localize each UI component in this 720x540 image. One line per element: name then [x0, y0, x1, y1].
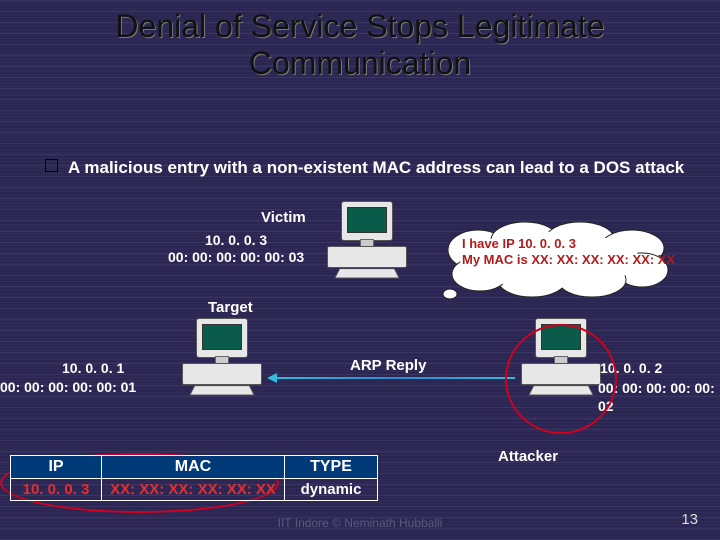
th-type: TYPE	[285, 456, 378, 479]
attacker-label: Attacker	[498, 448, 558, 465]
cell-type: dynamic	[285, 479, 378, 501]
victim-label: Victim	[261, 209, 306, 226]
th-ip: IP	[11, 456, 102, 479]
thought-cloud: I have IP 10. 0. 0. 3 My MAC is XX: XX: …	[420, 222, 680, 300]
computer-icon	[178, 318, 258, 398]
attacker-mac: 00: 00: 00: 00: 00: 02	[598, 379, 720, 415]
cell-mac: XX: XX: XX: XX: XX: XX	[102, 479, 285, 501]
cloud-text: I have IP 10. 0. 0. 3 My MAC is XX: XX: …	[462, 236, 675, 269]
cloud-line2: My MAC is XX: XX: XX: XX: XX: XX	[462, 252, 675, 268]
cell-ip: 10. 0. 0. 3	[11, 479, 102, 501]
table-header-row: IP MAC TYPE	[11, 456, 378, 479]
computer-icon	[517, 318, 597, 398]
victim-ip: 10. 0. 0. 3	[168, 232, 304, 249]
bullet-text: A malicious entry with a non-existent MA…	[68, 155, 684, 181]
target-label: Target	[208, 299, 253, 316]
slide-title: Denial of Service Stops Legitimate Commu…	[0, 8, 720, 82]
victim-mac: 00: 00: 00: 00: 00: 03	[168, 249, 304, 266]
footer-text: IIT Indore © Neminath Hubballi	[0, 516, 720, 530]
victim-address: 10. 0. 0. 3 00: 00: 00: 00: 00: 03	[168, 232, 304, 266]
attacker-ip: 10. 0. 0. 2	[600, 359, 662, 377]
square-bullet-icon	[45, 159, 58, 172]
computer-icon	[323, 201, 403, 281]
target-mac: 00: 00: 00: 00: 00: 01	[0, 379, 136, 397]
page-number: 13	[681, 511, 698, 528]
arp-cache-table: IP MAC TYPE 10. 0. 0. 3 XX: XX: XX: XX: …	[10, 455, 378, 501]
arrow-left-icon	[275, 377, 515, 379]
cloud-line1: I have IP 10. 0. 0. 3	[462, 236, 675, 252]
bullet-item: A malicious entry with a non-existent MA…	[45, 155, 695, 181]
th-mac: MAC	[102, 456, 285, 479]
target-ip: 10. 0. 0. 1	[62, 360, 124, 378]
arp-reply-label: ARP Reply	[350, 357, 426, 374]
table-row: 10. 0. 0. 3 XX: XX: XX: XX: XX: XX dynam…	[11, 479, 378, 501]
slide: Denial of Service Stops Legitimate Commu…	[0, 0, 720, 540]
